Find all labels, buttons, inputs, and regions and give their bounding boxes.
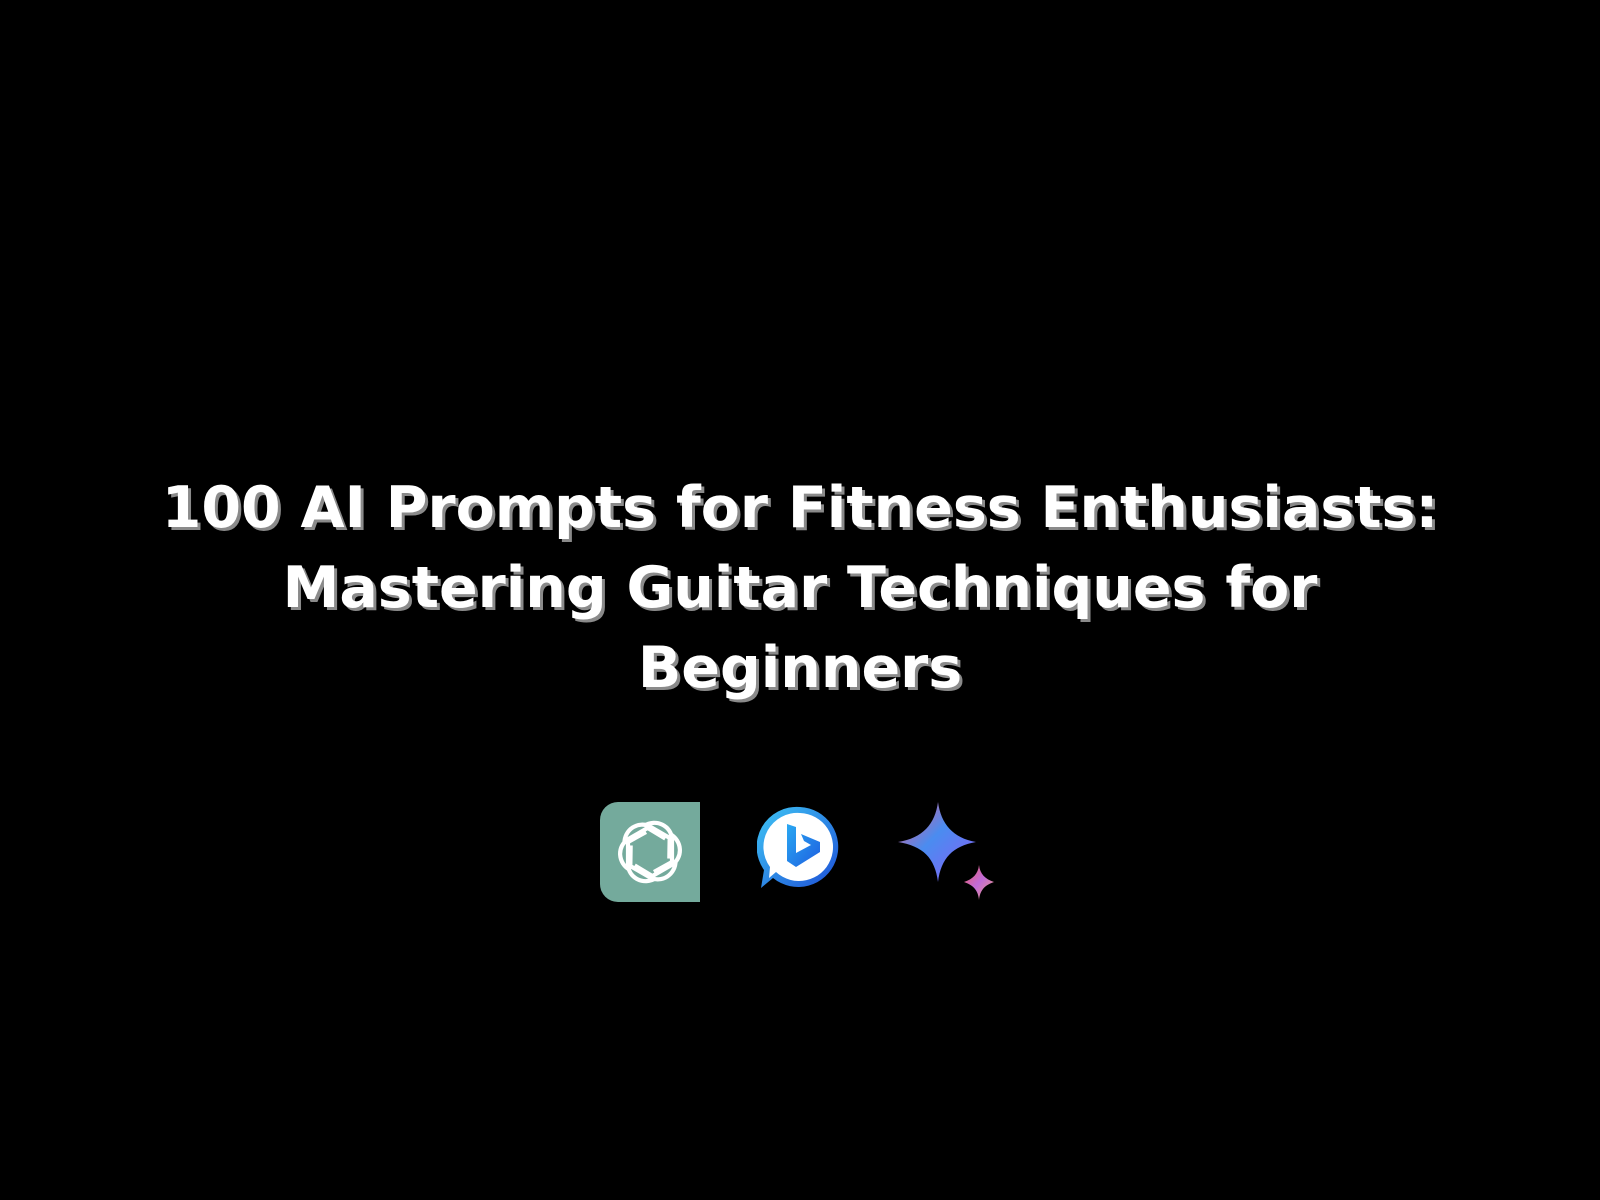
title-line-3: Beginners xyxy=(637,635,963,701)
title-line-2: Mastering Guitar Techniques for xyxy=(282,555,1318,621)
bing-chat-logo-icon xyxy=(757,804,843,894)
page-title: 100 AI Prompts for Fitness Enthusiasts: … xyxy=(100,468,1500,708)
chatgpt-logo-icon xyxy=(600,802,700,902)
gemini-sparkle-icon xyxy=(898,802,1002,904)
title-line-1: 100 AI Prompts for Fitness Enthusiasts: xyxy=(161,475,1439,541)
ai-logos-row xyxy=(0,802,1600,904)
